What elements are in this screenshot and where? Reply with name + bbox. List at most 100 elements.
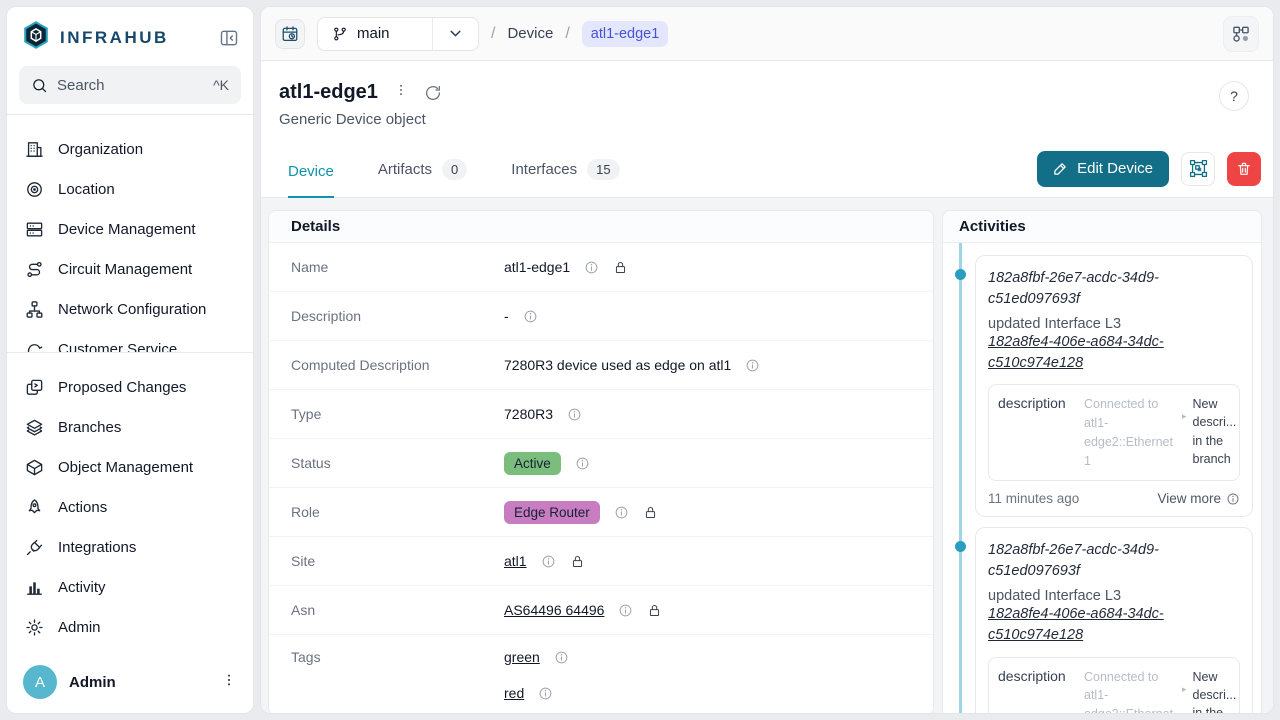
diff-arrow-icon: ▸	[1182, 411, 1187, 422]
tab-label: Device	[288, 163, 334, 180]
sidebar-item-circuit-management[interactable]: Circuit Management	[7, 249, 253, 289]
diff-new-value: New descri... in the branch	[1193, 395, 1237, 468]
view-more-link[interactable]: View more	[1157, 491, 1240, 506]
gear-icon	[25, 618, 44, 637]
info-icon[interactable]	[554, 650, 569, 665]
sidebar-item-admin[interactable]: Admin	[7, 607, 253, 647]
timeline-dot	[955, 269, 966, 280]
detail-value: 7280R3 device used as edge on atl1	[504, 357, 731, 373]
sidebar-item-organization[interactable]: Organization	[7, 129, 253, 169]
detail-label: Role	[291, 504, 504, 520]
sidebar-item-customer-service[interactable]: Customer Service	[7, 329, 253, 352]
search-shortcut: ^K	[213, 77, 229, 93]
detail-link[interactable]: AS64496 64496	[504, 602, 604, 618]
tag-link[interactable]: green	[504, 649, 540, 665]
activity-diff: descriptionConnected to atl1-edge2::Ethe…	[988, 657, 1240, 713]
sidebar-item-activity[interactable]: Activity	[7, 567, 253, 607]
server-icon	[25, 220, 44, 239]
tab-artifacts[interactable]: Artifacts0	[378, 159, 467, 197]
breadcrumb-section[interactable]: Device	[507, 25, 553, 42]
info-icon[interactable]	[575, 456, 590, 471]
edit-device-button[interactable]: Edit Device	[1037, 151, 1169, 187]
tab-label: Interfaces	[511, 161, 577, 178]
tab-count-badge: 0	[442, 159, 467, 180]
search-input[interactable]: Search ^K	[19, 66, 241, 104]
sidebar-item-label: Customer Service	[58, 341, 177, 353]
proposed-changes-icon	[25, 378, 44, 397]
sidebar-item-label: Organization	[58, 141, 143, 158]
detail-label: Asn	[291, 602, 504, 618]
refresh-icon[interactable]	[424, 84, 442, 102]
branch-name: main	[357, 25, 390, 42]
info-icon[interactable]	[584, 260, 599, 275]
activity-time: 11 minutes ago	[988, 491, 1079, 506]
search-icon	[31, 77, 48, 94]
branch-selector[interactable]: main	[317, 17, 479, 51]
sidebar-item-location[interactable]: Location	[7, 169, 253, 209]
branch-dropdown-toggle[interactable]	[432, 18, 478, 50]
tag-link[interactable]: red	[504, 685, 524, 701]
sidebar-item-object-management[interactable]: Object Management	[7, 447, 253, 487]
info-icon	[1226, 492, 1240, 506]
activities-timeline: 182a8fbf-26e7-acdc-34d9-c51ed097693f upda…	[943, 243, 1261, 713]
sidebar-item-label: Admin	[58, 619, 101, 636]
status-badge: Edge Router	[504, 501, 600, 524]
activity-target-link[interactable]: 182a8fe4-406e-a684-34dc-c510c974e128	[988, 606, 1164, 643]
detail-row-computed-description: Computed Description7280R3 device used a…	[269, 341, 933, 390]
title-kebab-icon[interactable]	[394, 83, 408, 102]
info-icon[interactable]	[538, 686, 553, 701]
user-kebab-icon[interactable]	[221, 672, 237, 693]
detail-link[interactable]: atl1	[504, 553, 527, 569]
sidebar-item-network-configuration[interactable]: Network Configuration	[7, 289, 253, 329]
sidebar-item-actions[interactable]: Actions	[7, 487, 253, 527]
breadcrumb-separator: /	[491, 25, 495, 43]
detail-row-role: RoleEdge Router	[269, 488, 933, 537]
sidebar-item-label: Branches	[58, 419, 121, 436]
lock-icon	[570, 554, 585, 569]
info-icon[interactable]	[541, 554, 556, 569]
info-icon[interactable]	[567, 407, 582, 422]
sidebar-item-proposed-changes[interactable]: Proposed Changes	[7, 367, 253, 407]
sidebar-item-integrations[interactable]: Integrations	[7, 527, 253, 567]
tab-interfaces[interactable]: Interfaces15	[511, 159, 619, 197]
info-icon[interactable]	[523, 309, 538, 324]
diff-field: description	[998, 668, 1078, 684]
diff-arrow-icon: ▸	[1182, 684, 1187, 695]
activity-actor: 182a8fbf-26e7-acdc-34d9-c51ed097693f	[988, 540, 1240, 581]
trash-icon	[1236, 161, 1252, 177]
schema-visualizer-button[interactable]	[1223, 16, 1259, 52]
sidebar-item-device-management[interactable]: Device Management	[7, 209, 253, 249]
activity-target-link[interactable]: 182a8fe4-406e-a684-34dc-c510c974e128	[988, 334, 1164, 371]
info-icon[interactable]	[745, 358, 760, 373]
manage-groups-button[interactable]	[1181, 152, 1215, 186]
help-button[interactable]: ?	[1219, 81, 1249, 111]
sidebar-item-label: Actions	[58, 499, 107, 516]
detail-label: Type	[291, 406, 504, 422]
infrahub-logo-icon	[21, 20, 51, 55]
time-travel-button[interactable]	[275, 19, 305, 49]
breadcrumb-current-item[interactable]: atl1-edge1	[582, 21, 669, 47]
brand-name: INFRAHUB	[60, 28, 169, 48]
sidebar-collapse-icon[interactable]	[219, 28, 239, 48]
lock-icon	[613, 260, 628, 275]
hierarchy-icon	[25, 300, 44, 319]
diff-old-value: Connected to atl1-edge2::Ethernet1	[1084, 395, 1176, 470]
sidebar-nav-primary: Organization Location Device Management Cir…	[7, 115, 253, 352]
detail-label: Tags	[291, 649, 504, 665]
page-title: atl1-edge1	[279, 81, 378, 104]
activities-panel: Activities 182a8fbf-26e7-acdc-34d9-c51ed…	[942, 210, 1262, 713]
sidebar-item-branches[interactable]: Branches	[7, 407, 253, 447]
lock-icon	[643, 505, 658, 520]
sidebar-nav-secondary: Proposed Changes Branches Object Managemen…	[7, 353, 253, 651]
breadcrumb-separator: /	[565, 25, 569, 43]
info-icon[interactable]	[614, 505, 629, 520]
tab-device[interactable]: Device	[288, 163, 334, 198]
info-icon[interactable]	[618, 603, 633, 618]
detail-label: Site	[291, 553, 504, 569]
sidebar-item-label: Device Management	[58, 221, 196, 238]
activity-action: updated Interface L3	[988, 588, 1240, 604]
pencil-icon	[1053, 161, 1068, 176]
delete-device-button[interactable]	[1227, 152, 1261, 186]
search-placeholder: Search	[57, 77, 105, 94]
object-group-icon	[1189, 159, 1208, 178]
